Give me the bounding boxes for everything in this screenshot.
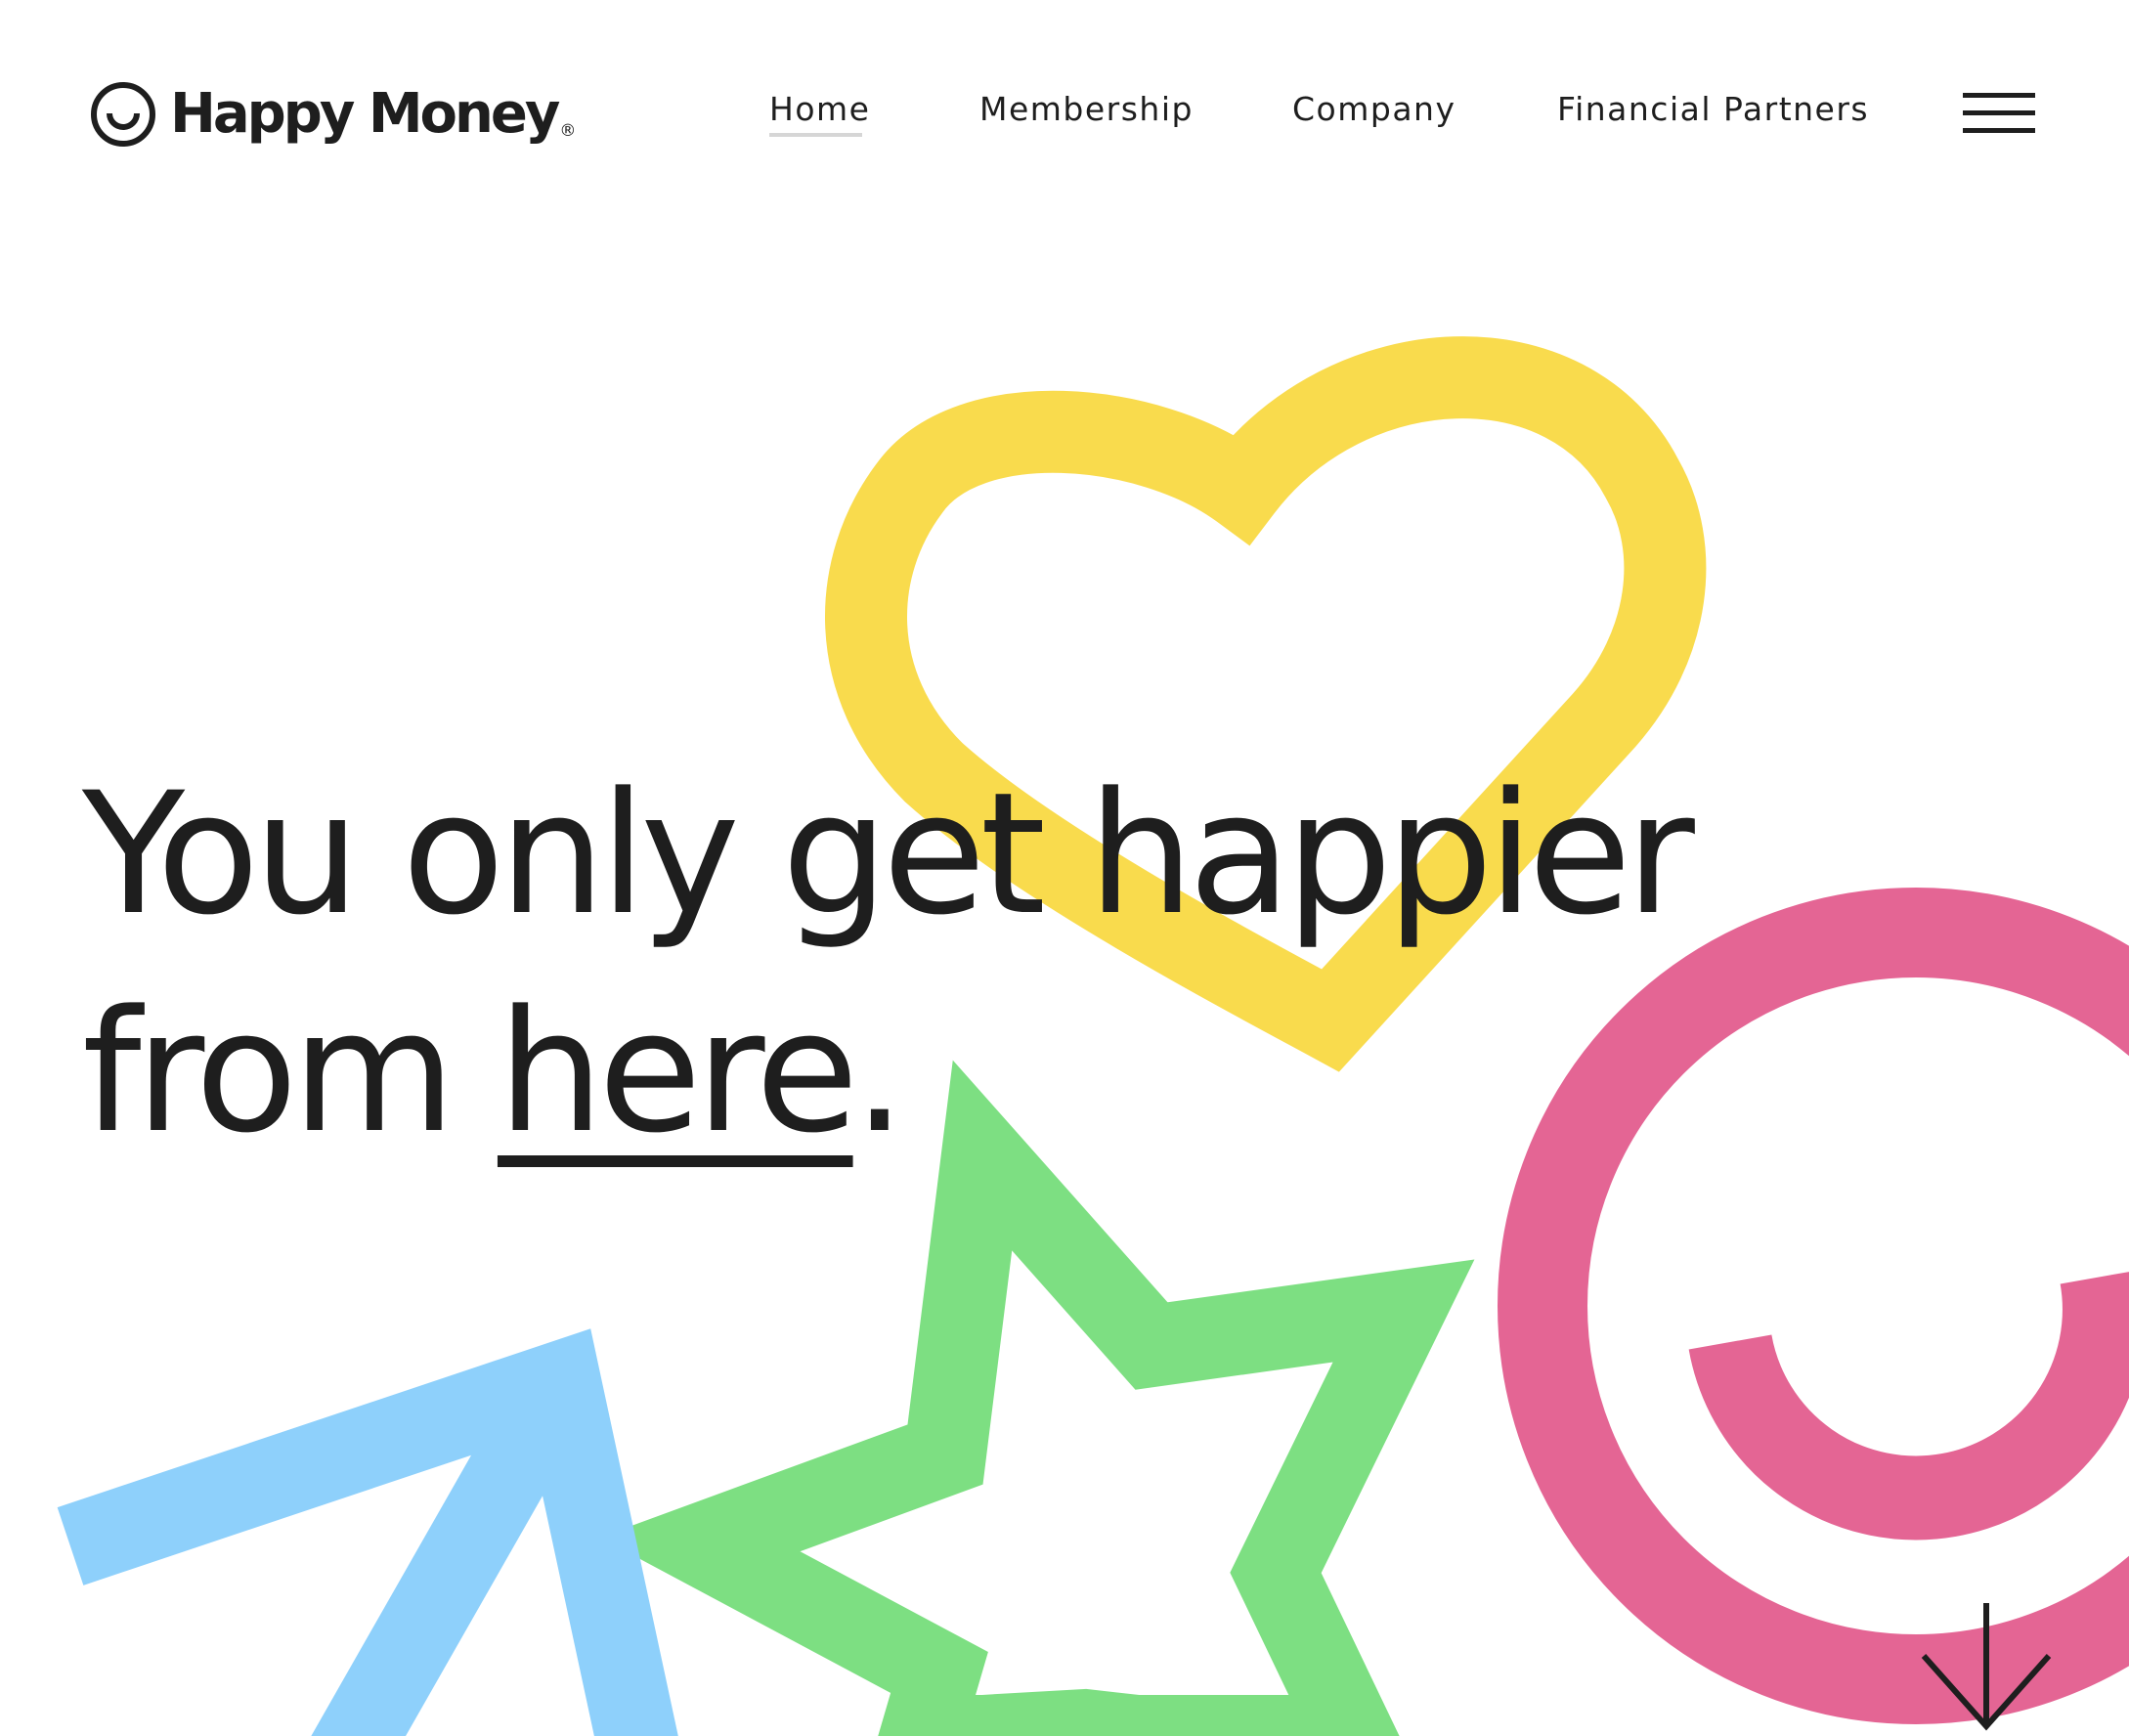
menu-bar: [1963, 93, 2035, 98]
active-nav-underline: [769, 133, 862, 137]
arrow-up-right-shape: [57, 1328, 678, 1736]
headline-line-2: from here.: [82, 963, 1689, 1181]
star-shape: [599, 1060, 1475, 1736]
logo-link[interactable]: Happy Money ®: [90, 80, 576, 149]
here-link[interactable]: here: [498, 974, 859, 1170]
menu-bar: [1963, 128, 2035, 133]
site-header: Happy Money ® Home Membership Company Fi…: [0, 0, 2129, 225]
menu-bar: [1963, 110, 2035, 115]
arrow-down-icon[interactable]: [1918, 1599, 2055, 1736]
headline-prefix: from: [82, 974, 498, 1170]
hero-headline: You only get happier from here.: [82, 745, 1695, 1181]
headline-period: .: [852, 974, 907, 1170]
nav-link-financial-partners[interactable]: Financial Partners: [1557, 88, 1869, 131]
nav-link-home[interactable]: Home: [769, 88, 870, 131]
headline-line-1: You only get happier: [82, 756, 1695, 952]
smile-logo-icon: [91, 82, 155, 147]
page: Happy Money ® Home Membership Company Fi…: [0, 0, 2129, 1736]
brand-name: Happy Money: [170, 82, 560, 146]
nav-link-company[interactable]: Company: [1292, 88, 1456, 131]
nav-link-membership[interactable]: Membership: [979, 88, 1194, 131]
hamburger-menu-icon[interactable]: [1963, 93, 2035, 134]
registered-mark: ®: [559, 121, 577, 141]
